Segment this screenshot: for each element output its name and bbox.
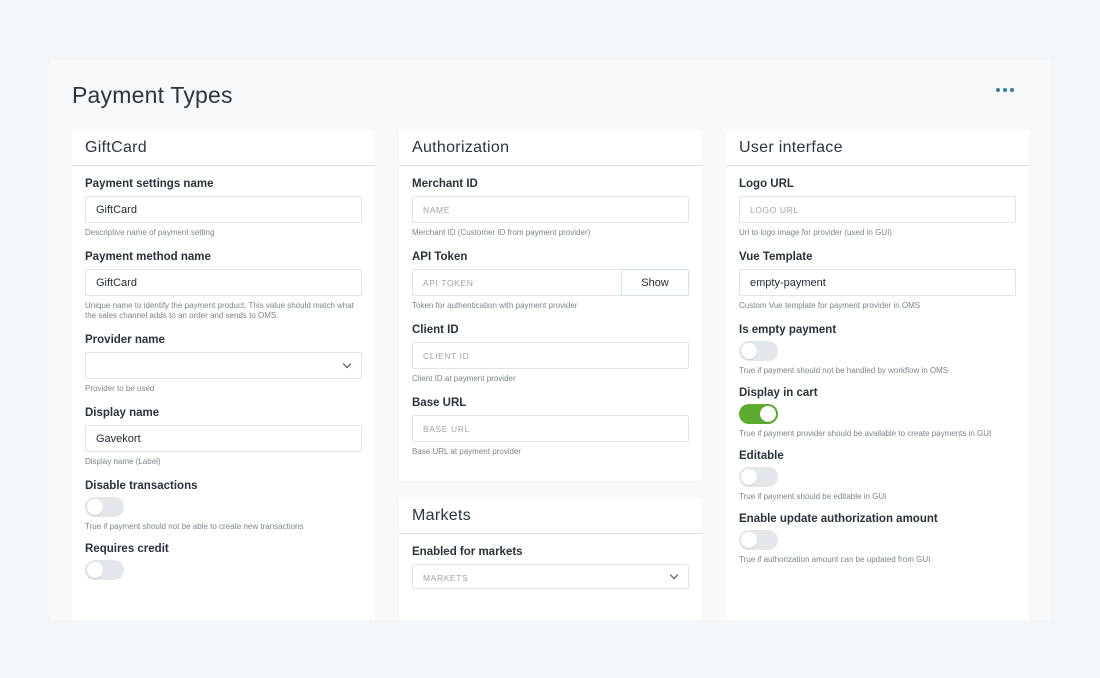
provider-name-help: Provider to be used: [85, 384, 155, 393]
payment-settings-name-help: Descriptive name of payment setting: [85, 228, 215, 237]
user-interface-card-title: User interface: [726, 131, 1029, 166]
editable-field: Editable True if payment should be edita…: [739, 450, 1016, 502]
payment-method-name-label: Payment method name: [85, 251, 211, 263]
api-token-field: API Token Show Token for authentication …: [412, 251, 689, 311]
api-token-input-group: Show: [412, 269, 689, 296]
enabled-for-markets-label: Enabled for markets: [412, 546, 523, 558]
base-url-input[interactable]: [412, 415, 689, 442]
disable-transactions-toggle[interactable]: [85, 497, 124, 517]
display-name-field: Display name Display name (Label): [85, 407, 362, 467]
markets-card-title: Markets: [399, 499, 702, 534]
payment-method-name-input[interactable]: [85, 269, 362, 296]
disable-transactions-field: Disable transactions True if payment sho…: [85, 480, 362, 532]
more-options-icon[interactable]: [996, 86, 1014, 94]
payment-types-panel: Payment Types GiftCard Payment settings …: [50, 60, 1050, 620]
disable-transactions-help: True if payment should not be able to cr…: [85, 522, 304, 531]
user-interface-card: User interface Logo URL Url to logo imag…: [726, 131, 1029, 620]
merchant-id-help: Merchant ID (Customer ID from payment pr…: [412, 228, 591, 237]
markets-select-placeholder: MARKETS: [423, 573, 469, 583]
provider-name-select[interactable]: [85, 352, 362, 379]
client-id-label: Client ID: [412, 324, 459, 336]
page-title: Payment Types: [72, 82, 233, 108]
base-url-help: Base URL at payment provider: [412, 447, 522, 456]
giftcard-card-title: GiftCard: [72, 131, 375, 166]
is-empty-payment-toggle[interactable]: [739, 341, 778, 361]
merchant-id-input[interactable]: [412, 196, 689, 223]
enable-update-authorization-amount-label: Enable update authorization amount: [739, 513, 938, 525]
logo-url-field: Logo URL Url to logo image for provider …: [739, 178, 1016, 238]
payment-settings-name-input[interactable]: [85, 196, 362, 223]
requires-credit-toggle[interactable]: [85, 560, 124, 580]
editable-help: True if payment should be editable in GU…: [739, 492, 887, 501]
enable-update-authorization-amount-help: True if authorization amount can be upda…: [739, 555, 931, 564]
client-id-field: Client ID Client ID at payment provider: [412, 324, 689, 384]
editable-label: Editable: [739, 450, 784, 462]
vue-template-field: Vue Template Custom Vue template for pay…: [739, 251, 1016, 311]
client-id-help: Client ID at payment provider: [412, 374, 516, 383]
authorization-card-title: Authorization: [399, 131, 702, 166]
requires-credit-field: Requires credit: [85, 543, 362, 580]
provider-name-label: Provider name: [85, 334, 165, 346]
merchant-id-field: Merchant ID Merchant ID (Customer ID fro…: [412, 178, 689, 238]
requires-credit-label: Requires credit: [85, 543, 169, 555]
api-token-label: API Token: [412, 251, 468, 263]
logo-url-help: Url to logo image for provider (used in …: [739, 228, 892, 237]
chevron-down-icon: [342, 359, 352, 369]
display-in-cart-help: True if payment provider should be avail…: [739, 429, 992, 438]
display-in-cart-toggle[interactable]: [739, 404, 778, 424]
is-empty-payment-field: Is empty payment True if payment should …: [739, 324, 1016, 376]
merchant-id-label: Merchant ID: [412, 178, 478, 190]
payment-settings-name-label: Payment settings name: [85, 178, 214, 190]
chevron-down-icon: [669, 570, 679, 580]
disable-transactions-label: Disable transactions: [85, 480, 198, 492]
base-url-field: Base URL Base URL at payment provider: [412, 397, 689, 457]
show-token-button[interactable]: Show: [621, 269, 689, 296]
is-empty-payment-help: True if payment should not be handled by…: [739, 366, 949, 375]
payment-settings-name-field: Payment settings name Descriptive name o…: [85, 178, 362, 238]
vue-template-label: Vue Template: [739, 251, 813, 263]
logo-url-input[interactable]: [739, 196, 1016, 223]
display-in-cart-field: Display in cart True if payment provider…: [739, 387, 1016, 439]
enabled-for-markets-field: Enabled for markets MARKETS: [412, 546, 689, 589]
markets-card: Markets Enabled for markets MARKETS: [399, 499, 702, 620]
base-url-label: Base URL: [412, 397, 467, 409]
api-token-help: Token for authentication with payment pr…: [412, 301, 578, 310]
client-id-input[interactable]: [412, 342, 689, 369]
display-name-input[interactable]: [85, 425, 362, 452]
authorization-card: Authorization Merchant ID Merchant ID (C…: [399, 131, 702, 481]
vue-template-help: Custom Vue template for payment provider…: [739, 301, 921, 310]
payment-method-name-field: Payment method name Unique name to ident…: [85, 251, 362, 321]
enable-update-authorization-amount-field: Enable update authorization amount True …: [739, 513, 1016, 565]
is-empty-payment-label: Is empty payment: [739, 324, 837, 336]
provider-name-field: Provider name Provider to be used: [85, 334, 362, 394]
markets-select[interactable]: MARKETS: [412, 564, 689, 589]
api-token-input[interactable]: [412, 269, 621, 296]
editable-toggle[interactable]: [739, 467, 778, 487]
display-name-help: Display name (Label): [85, 457, 161, 466]
display-in-cart-label: Display in cart: [739, 387, 818, 399]
enable-update-authorization-amount-toggle[interactable]: [739, 530, 778, 550]
payment-method-name-help: Unique name to identify the payment prod…: [85, 301, 354, 320]
vue-template-input[interactable]: [739, 269, 1016, 296]
giftcard-card: GiftCard Payment settings name Descripti…: [72, 131, 375, 620]
display-name-label: Display name: [85, 407, 160, 419]
logo-url-label: Logo URL: [739, 178, 794, 190]
